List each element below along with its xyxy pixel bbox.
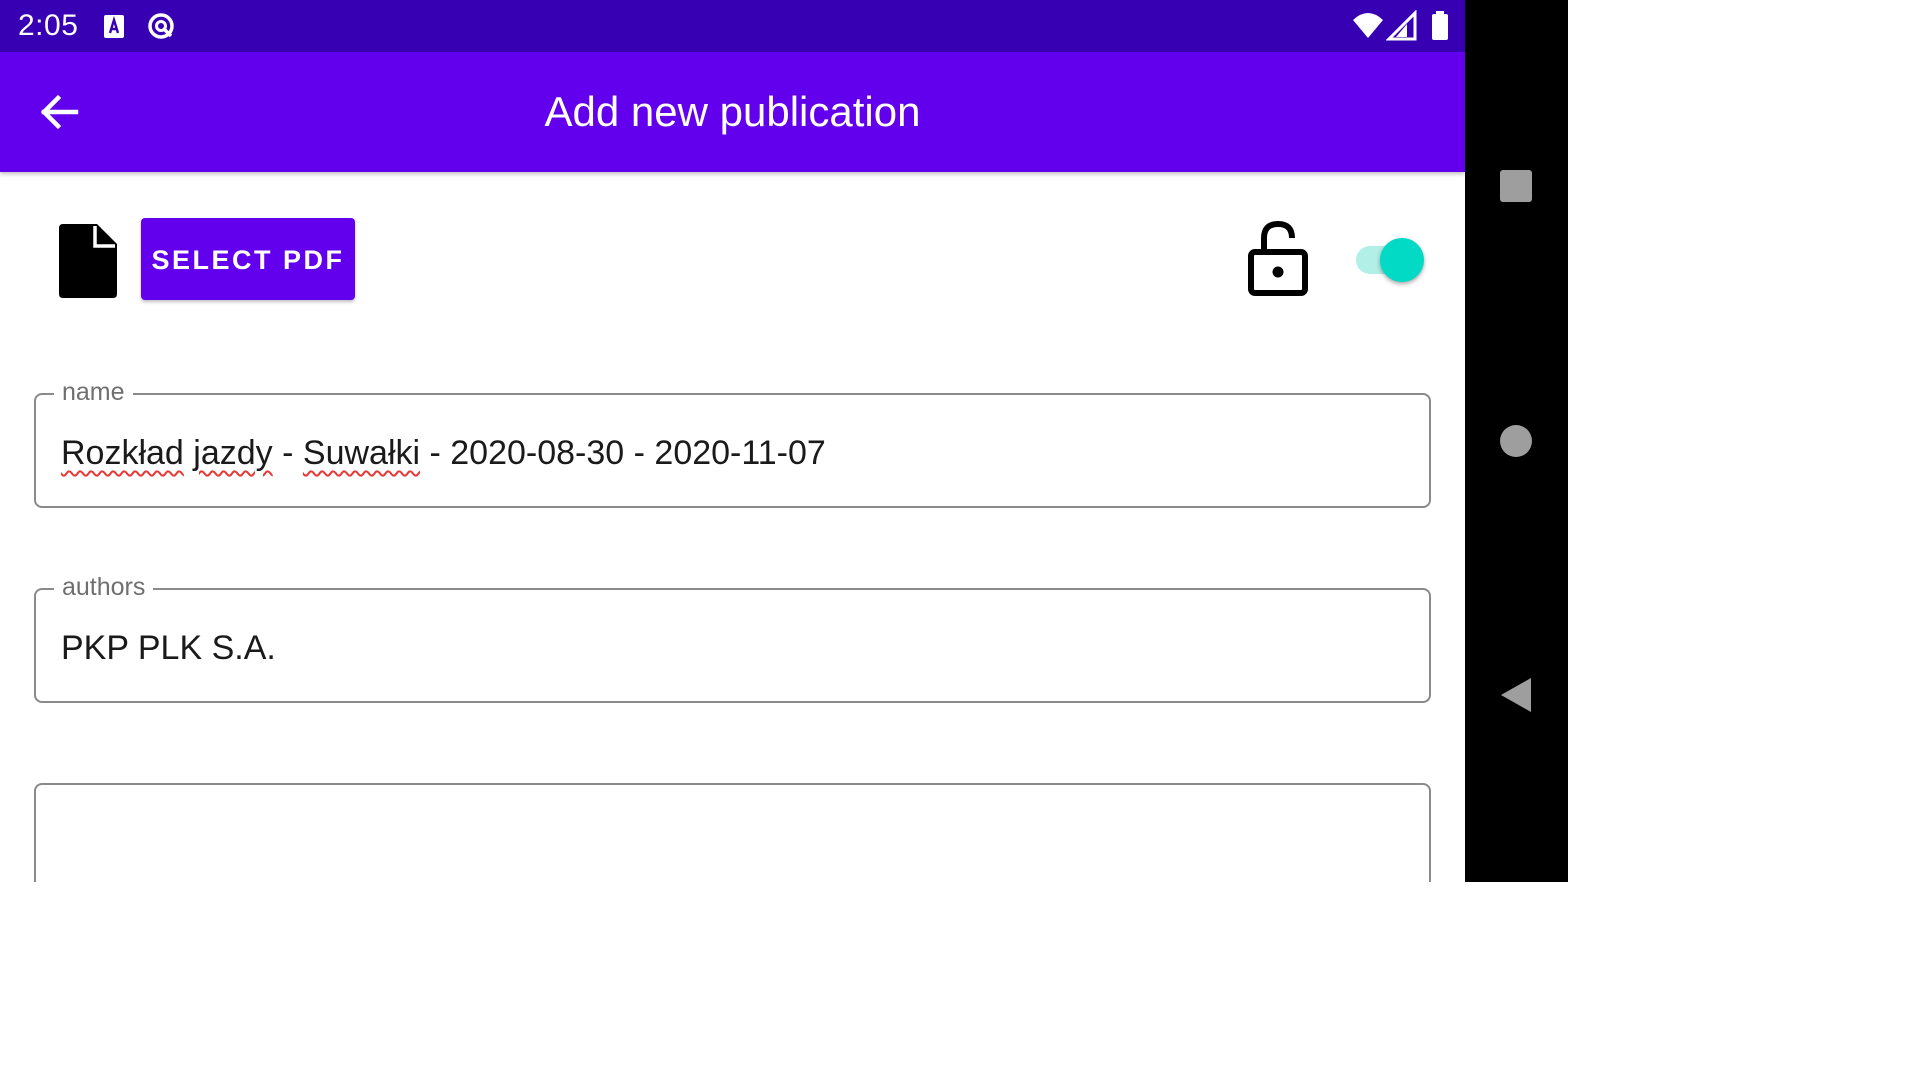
name-value-part-5: Suwałki: [302, 434, 421, 472]
back-icon[interactable]: [1498, 676, 1534, 714]
name-value-part-2: [184, 434, 193, 472]
page-title: Add new publication: [544, 88, 921, 135]
name-field-value: Rozkład jazdy - Suwałki - 2020-08-30 - 2…: [61, 433, 826, 473]
navigation-bar: [1465, 0, 1568, 882]
authors-field[interactable]: authors PKP PLK S.A.: [34, 572, 1431, 703]
name-value-part-3: jazdy: [193, 434, 273, 472]
toggle-thumb: [1380, 238, 1424, 282]
file-icon: [59, 224, 117, 298]
status-bar: 2:05: [0, 0, 1465, 52]
name-value-part-4: -: [272, 434, 303, 472]
app-bar: Add new publication: [0, 52, 1465, 172]
data-saver-icon: [148, 13, 174, 39]
name-value-part-6: - 2020-08-30 - 2020-11-07: [420, 434, 826, 472]
name-field[interactable]: name Rozkład jazdy - Suwałki - 2020-08-3…: [34, 377, 1431, 508]
description-field[interactable]: [34, 783, 1431, 882]
status-time: 2:05: [18, 9, 79, 42]
select-pdf-button[interactable]: SELECT PDF: [141, 218, 355, 300]
authors-field-value: PKP PLK S.A.: [61, 629, 276, 667]
wifi-icon: [1353, 13, 1383, 38]
lock-toggle[interactable]: [1352, 234, 1428, 286]
lock-open-icon: [1248, 220, 1308, 296]
name-value-part-1: Rozkład: [61, 434, 184, 472]
battery-icon: [1432, 11, 1448, 40]
name-field-label: name: [54, 377, 133, 407]
home-icon[interactable]: [1500, 425, 1532, 457]
authors-field-label: authors: [54, 572, 154, 602]
app-screen: 2:05 Add new publication SELECT PDF name…: [0, 0, 1465, 882]
signal-icon: [1386, 10, 1417, 41]
recents-icon[interactable]: [1500, 170, 1532, 202]
sim-card-icon: [104, 15, 124, 38]
